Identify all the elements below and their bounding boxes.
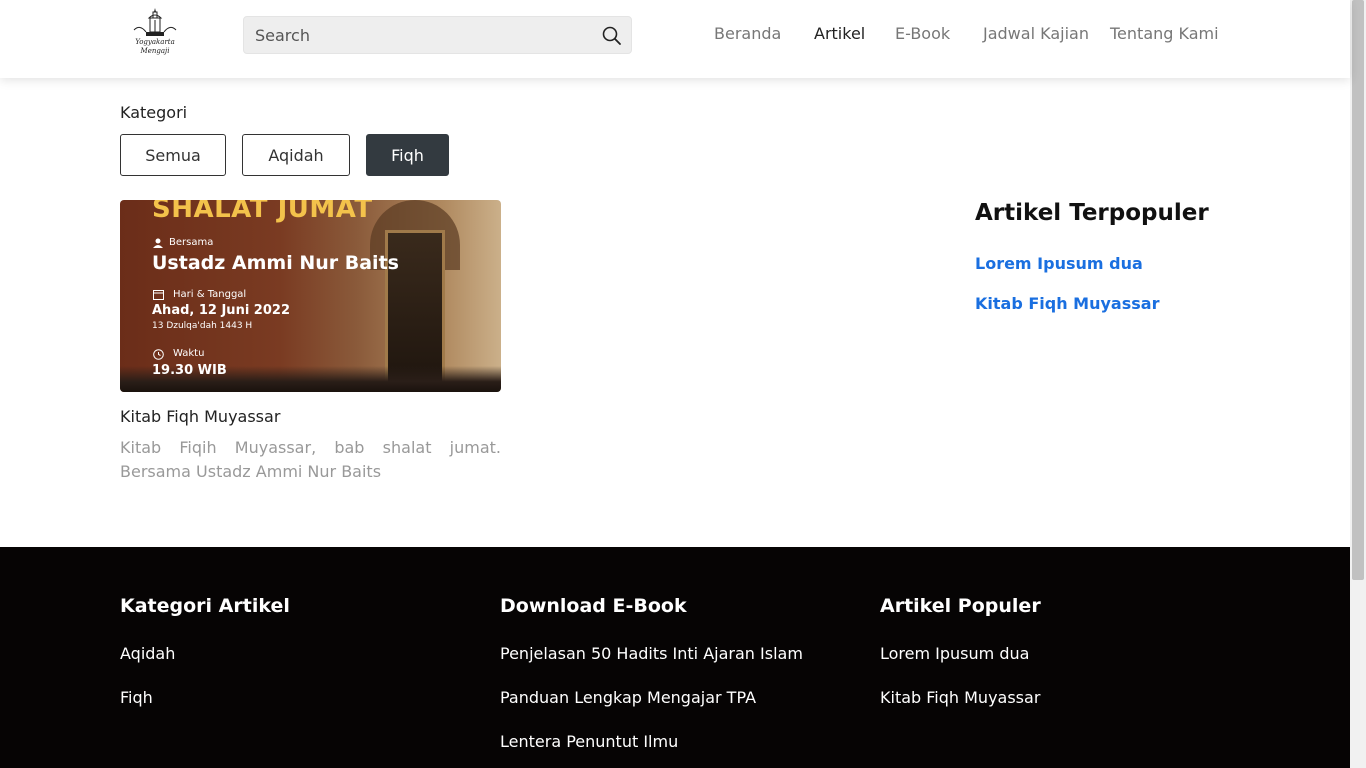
nav-artikel[interactable]: Artikel [814,24,865,43]
logo-text-top: Yogyakarta [135,38,175,46]
popular-link-1[interactable]: Lorem Ipusum dua [975,254,1143,273]
category-button-aqidah[interactable]: Aqidah [242,134,350,176]
category-button-semua[interactable]: Semua [120,134,226,176]
poster-date: Ahad, 12 Juni 2022 [152,303,290,318]
site-footer: Kategori Artikel Aqidah Fiqh Download E-… [0,547,1350,768]
category-button-fiqh[interactable]: Fiqh [366,134,449,176]
calendar-icon [153,290,164,300]
footer-category-heading: Kategori Artikel [120,595,290,617]
user-icon [153,238,163,248]
footer-popular-link-1[interactable]: Lorem Ipusum dua [880,644,1029,663]
footer-ebook-link-2[interactable]: Panduan Lengkap Mengajar TPA [500,688,756,707]
poster-speaker: Ustadz Ammi Nur Baits [152,252,399,274]
footer-ebook-link-1[interactable]: Penjelasan 50 Hadits Inti Ajaran Islam [500,644,803,663]
poster-hijri-date: 13 Dzulqa'dah 1443 H [152,321,253,331]
popular-articles-heading: Artikel Terpopuler [975,200,1209,226]
nav-tentang-kami[interactable]: Tentang Kami [1110,24,1219,43]
search-icon [602,26,621,45]
category-label: Kategori [120,103,188,122]
article-description: Kitab Fiqih Muyassar, bab shalat jumat. … [120,438,501,481]
poster-date-label: Hari & Tanggal [173,289,247,300]
clock-icon [153,349,164,360]
article-thumbnail[interactable]: SHALAT JUMAT Bersama Ustadz Ammi Nur Bai… [120,200,501,392]
footer-link-aqidah[interactable]: Aqidah [120,644,175,663]
poster-time: 19.30 WIB [152,363,227,378]
logo-mosque-icon [133,8,177,36]
page-scrollbar[interactable] [1350,0,1366,768]
site-header: Yogyakarta Mengaji Beranda Artikel E-Boo… [0,0,1350,78]
footer-ebook-heading: Download E-Book [500,595,687,617]
footer-popular-heading: Artikel Populer [880,595,1041,617]
logo-text-bottom: Mengaji [140,47,170,55]
poster-time-label: Waktu [173,348,205,359]
footer-link-fiqh[interactable]: Fiqh [120,688,153,707]
nav-ebook[interactable]: E-Book [895,24,950,43]
nav-beranda[interactable]: Beranda [714,24,781,43]
article-title[interactable]: Kitab Fiqh Muyassar [120,407,280,426]
search-input[interactable] [244,17,584,53]
popular-link-2[interactable]: Kitab Fiqh Muyassar [975,294,1159,313]
site-logo[interactable]: Yogyakarta Mengaji [126,8,184,60]
poster-with-label: Bersama [169,237,214,248]
nav-jadwal-kajian[interactable]: Jadwal Kajian [983,24,1089,43]
search-button[interactable] [601,25,623,47]
footer-ebook-link-3[interactable]: Lentera Penuntut Ilmu [500,732,678,751]
scrollbar-thumb[interactable] [1352,0,1364,580]
search-bar [243,16,632,54]
poster-headline: SHALAT JUMAT [152,200,373,224]
footer-popular-link-2[interactable]: Kitab Fiqh Muyassar [880,688,1040,707]
